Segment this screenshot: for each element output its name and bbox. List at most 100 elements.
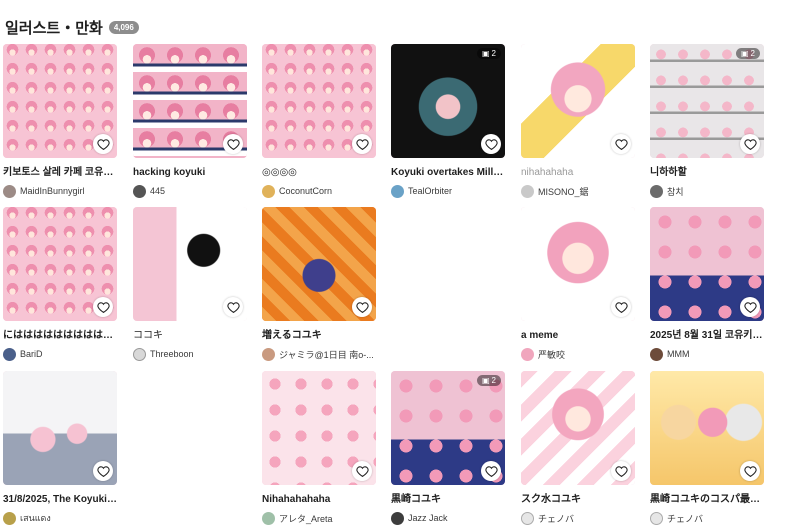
author-name[interactable]: アレタ_Areta (279, 512, 333, 525)
artwork-thumbnail[interactable] (133, 207, 247, 321)
author[interactable]: MISONO_鋸 (521, 184, 635, 198)
artwork-card[interactable]: hacking koyuki 445 (133, 44, 247, 198)
artwork-title[interactable]: スク水コユキ (521, 493, 635, 506)
avatar[interactable] (521, 511, 534, 525)
avatar[interactable] (133, 184, 146, 198)
author-name[interactable]: Jazz Jack (408, 513, 448, 523)
author[interactable]: TealOrbiter (391, 184, 505, 198)
author[interactable]: CoconutCorn (262, 184, 376, 198)
artwork-thumbnail[interactable] (521, 44, 635, 158)
author[interactable]: Threeboon (133, 347, 247, 361)
heart-icon[interactable] (223, 297, 243, 317)
artwork-card[interactable]: 2025년 8월 31일 코유키의... MMM (650, 207, 764, 361)
avatar[interactable] (650, 511, 663, 525)
author[interactable]: チェノバ (650, 511, 764, 525)
author[interactable]: 참치 (650, 184, 764, 198)
avatar[interactable] (650, 347, 663, 361)
artwork-thumbnail[interactable] (3, 44, 117, 158)
author-name[interactable]: チェノバ (538, 512, 574, 525)
artwork-card[interactable]: ▣2 Koyuki overtakes Millenn... TealOrbit… (391, 44, 505, 198)
artwork-thumbnail[interactable] (650, 371, 764, 485)
artwork-card[interactable]: 키보토스 살레 카페 코유키... MaidInBunnygirl (3, 44, 117, 198)
heart-icon[interactable] (611, 134, 631, 154)
author[interactable]: 445 (133, 184, 247, 198)
artwork-title[interactable]: hacking koyuki (133, 166, 247, 179)
artwork-title[interactable]: 黒崎コユキのコスパ最強、... (650, 493, 764, 506)
artwork-title[interactable]: ◎◎◎◎ (262, 166, 376, 179)
author-name[interactable]: Threeboon (150, 349, 194, 359)
artwork-card[interactable]: Nihahahahaha アレタ_Areta (262, 371, 376, 525)
author-name[interactable]: เสนแดง (20, 511, 51, 525)
author[interactable]: เสนแดง (3, 511, 117, 525)
heart-icon[interactable] (481, 134, 501, 154)
heart-icon[interactable] (93, 297, 113, 317)
heart-icon[interactable] (352, 297, 372, 317)
artwork-card[interactable]: 増えるコユキ ジャミラ@1日目 南o-... (262, 207, 376, 361)
avatar[interactable] (521, 347, 534, 361)
heart-icon[interactable] (223, 134, 243, 154)
artwork-thumbnail[interactable] (262, 44, 376, 158)
author-name[interactable]: BariD (20, 349, 43, 359)
heart-icon[interactable] (93, 461, 113, 481)
artwork-thumbnail[interactable] (262, 207, 376, 321)
author[interactable]: チェノバ (521, 511, 635, 525)
author-name[interactable]: 严敏咬 (538, 348, 565, 361)
artwork-thumbnail[interactable] (521, 371, 635, 485)
artwork-card[interactable]: 黒崎コユキのコスパ最強、... チェノバ (650, 371, 764, 525)
artwork-card[interactable]: nihahahaha MISONO_鋸 (521, 44, 635, 198)
author[interactable]: BariD (3, 347, 117, 361)
artwork-thumbnail[interactable]: ▣ 2 (391, 371, 505, 485)
author-name[interactable]: チェノバ (667, 512, 703, 525)
avatar[interactable] (3, 347, 16, 361)
heart-icon[interactable] (740, 461, 760, 481)
author[interactable]: MMM (650, 347, 764, 361)
heart-icon[interactable] (93, 134, 113, 154)
artwork-thumbnail[interactable]: ▣ 2 (650, 44, 764, 158)
avatar[interactable] (650, 184, 663, 198)
author-name[interactable]: 445 (150, 186, 165, 196)
heart-icon[interactable] (611, 297, 631, 317)
heart-icon[interactable] (740, 134, 760, 154)
artwork-thumbnail[interactable] (521, 207, 635, 321)
author[interactable]: アレタ_Areta (262, 511, 376, 525)
author-name[interactable]: ジャミラ@1日目 南o-... (279, 348, 374, 361)
author-name[interactable]: CoconutCorn (279, 186, 332, 196)
artwork-card[interactable]: にはははははははははは... BariD (3, 207, 117, 361)
artwork-thumbnail[interactable]: ▣ 2 (391, 44, 505, 158)
artwork-title[interactable]: 増えるコユキ (262, 329, 376, 342)
artwork-title[interactable]: a meme (521, 329, 635, 342)
author[interactable]: Jazz Jack (391, 511, 505, 525)
artwork-card[interactable]: ココキ Threeboon (133, 207, 247, 361)
heart-icon[interactable] (352, 134, 372, 154)
author[interactable]: MaidInBunnygirl (3, 184, 117, 198)
artwork-thumbnail[interactable] (133, 44, 247, 158)
artwork-title[interactable]: 31/8/2025, The Koyuki In... (3, 493, 117, 506)
avatar[interactable] (521, 184, 534, 198)
avatar[interactable] (262, 184, 275, 198)
artwork-title[interactable]: 2025년 8월 31일 코유키의... (650, 329, 764, 342)
avatar[interactable] (133, 347, 146, 361)
artwork-card[interactable]: スク水コユキ チェノバ (521, 371, 635, 525)
artwork-thumbnail[interactable] (3, 371, 117, 485)
artwork-card[interactable]: a meme 严敏咬 (521, 207, 635, 361)
artwork-title[interactable]: 키보토스 살레 카페 코유키... (3, 166, 117, 179)
artwork-title[interactable]: 니하하할 (650, 166, 764, 179)
artwork-card[interactable]: ▣ 2 黒崎コユキ Jazz Jack (391, 371, 505, 525)
artwork-thumbnail[interactable] (650, 207, 764, 321)
artwork-title[interactable]: Koyuki overtakes Millenn... (391, 166, 505, 179)
avatar[interactable] (391, 511, 404, 525)
author-name[interactable]: 참치 (667, 185, 684, 198)
artwork-title[interactable]: ココキ (133, 329, 247, 342)
avatar[interactable] (262, 511, 275, 525)
avatar[interactable] (3, 511, 16, 525)
avatar[interactable] (3, 184, 16, 198)
artwork-title[interactable]: Nihahahahaha (262, 493, 376, 506)
artwork-title[interactable]: にはははははははははは... (3, 329, 117, 342)
author[interactable]: 严敏咬 (521, 347, 635, 361)
heart-icon[interactable] (611, 461, 631, 481)
artwork-thumbnail[interactable] (3, 207, 117, 321)
artwork-card[interactable]: ▣ 2 니하하할 참치 (650, 44, 764, 198)
avatar[interactable] (391, 184, 404, 198)
artwork-card[interactable]: 31/8/2025, The Koyuki In... เสนแดง (3, 371, 117, 525)
artwork-title[interactable]: 黒崎コユキ (391, 493, 505, 506)
